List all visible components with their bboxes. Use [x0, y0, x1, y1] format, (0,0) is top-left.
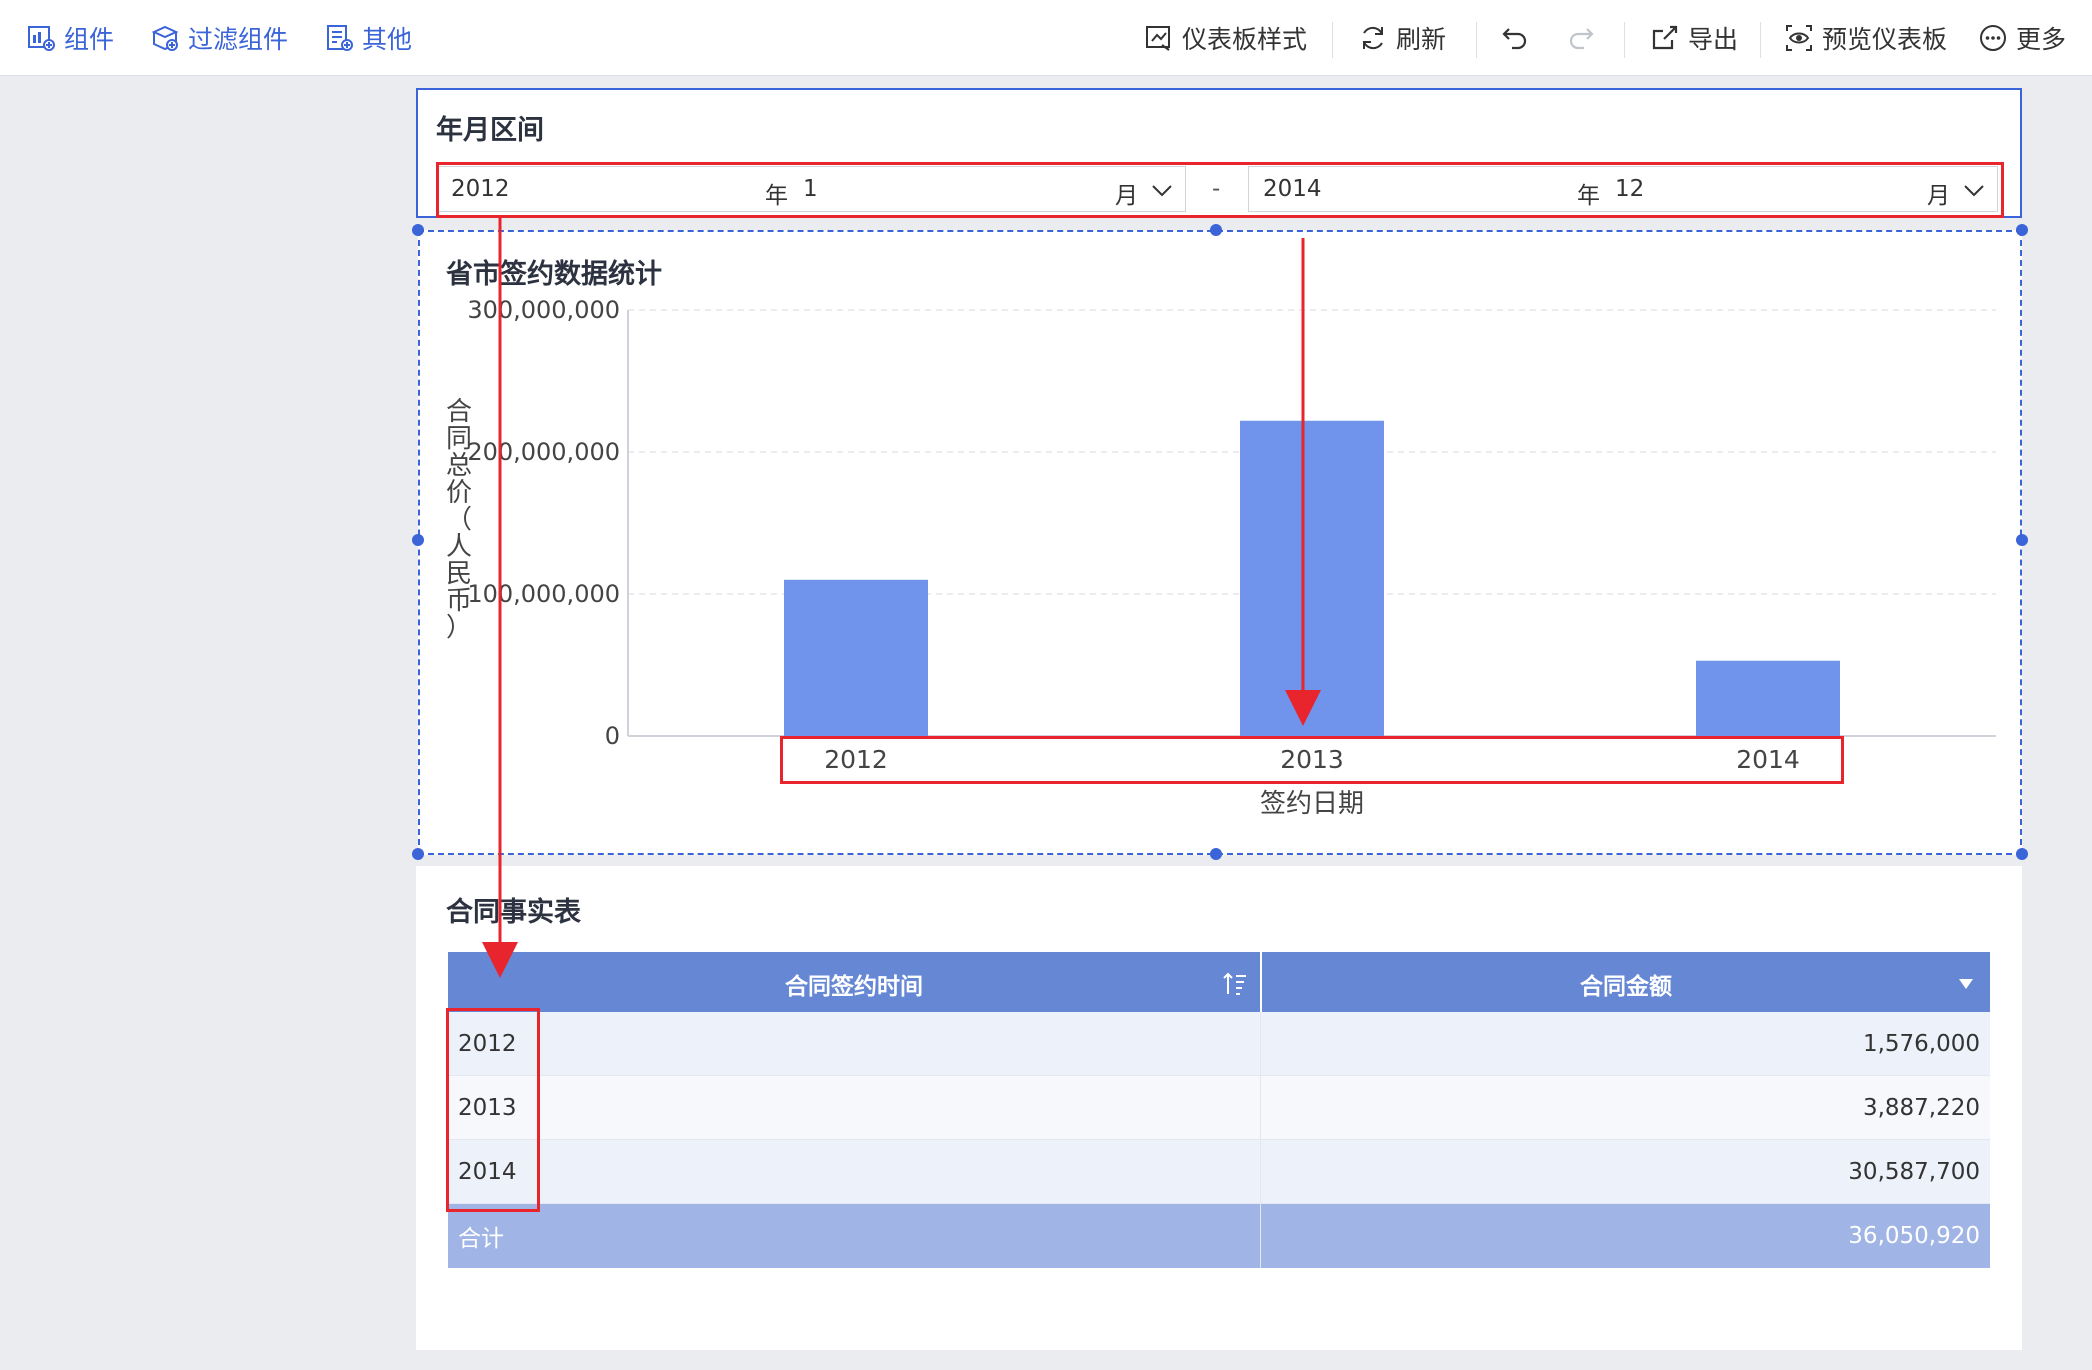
other-button[interactable]: 其他	[324, 18, 412, 58]
dashboard-style-icon	[1146, 26, 1170, 51]
redo-icon	[1569, 28, 1594, 50]
export-label: 导出	[1688, 25, 1739, 54]
dropdown-caret-icon[interactable]	[1958, 978, 1974, 990]
total-amount: 36,050,920	[1260, 1204, 1990, 1268]
undo-button[interactable]	[1500, 18, 1538, 58]
table-row[interactable]: 2013 3,887,220	[448, 1076, 1990, 1140]
annotation-box-date-range	[436, 162, 2004, 218]
header-signing-time[interactable]: 合同签约时间	[448, 952, 1260, 1016]
table-row[interactable]: 2014 30,587,700	[448, 1140, 1990, 1204]
resize-handle[interactable]	[412, 534, 424, 546]
table-header-row: 合同签约时间 合同金额	[448, 952, 1990, 1016]
cell-amount: 3,887,220	[1260, 1076, 1990, 1140]
toolbar-divider	[1760, 22, 1761, 58]
table-title: 合同事实表	[446, 897, 581, 928]
dashboard-style-button[interactable]: 仪表板样式	[1144, 18, 1307, 58]
total-label: 合计	[458, 1226, 504, 1252]
other-label: 其他	[362, 25, 413, 54]
cell-year: 2014	[458, 1159, 517, 1185]
toolbar-divider	[1332, 22, 1333, 58]
cell-year: 2012	[458, 1031, 517, 1057]
annotation-box-year-column	[446, 1008, 540, 1212]
preview-dashboard-button[interactable]: 预览仪表板	[1784, 18, 1947, 58]
refresh-icon	[1363, 26, 1383, 50]
header-label: 合同签约时间	[785, 974, 923, 1000]
annotation-box-x-axis	[780, 736, 1844, 784]
redo-button[interactable]	[1566, 18, 1604, 58]
filter-component-icon	[151, 25, 179, 51]
component-icon	[28, 26, 55, 51]
resize-handle[interactable]	[1210, 848, 1222, 860]
table-row[interactable]: 2012 1,576,000	[448, 1012, 1990, 1076]
filter-component-label: 过滤组件	[188, 25, 289, 54]
resize-handle[interactable]	[2016, 224, 2028, 236]
resize-handle[interactable]	[2016, 534, 2028, 546]
toolbar-divider	[1624, 22, 1625, 58]
export-button[interactable]: 导出	[1650, 18, 1738, 58]
more-button[interactable]: 更多	[1978, 18, 2066, 58]
component-label: 组件	[64, 25, 115, 54]
export-icon	[1652, 25, 1678, 50]
cell-amount: 1,576,000	[1260, 1012, 1990, 1076]
top-toolbar: 组件 过滤组件 其他 仪表板样式 刷新 导出 预览仪表板 更多	[0, 0, 2092, 76]
preview-icon	[1786, 25, 1812, 51]
cell-year: 2013	[458, 1095, 517, 1121]
filter-component-button[interactable]: 过滤组件	[150, 18, 288, 58]
sort-ascending-icon[interactable]	[1222, 970, 1248, 998]
cell-amount: 30,587,700	[1260, 1140, 1990, 1204]
refresh-button[interactable]: 刷新	[1358, 18, 1446, 58]
refresh-label: 刷新	[1396, 25, 1447, 54]
resize-handle[interactable]	[2016, 848, 2028, 860]
preview-label: 预览仪表板	[1822, 25, 1948, 54]
resize-handle[interactable]	[412, 848, 424, 860]
filter-title: 年月区间	[436, 115, 544, 146]
table-total-row: 合计 36,050,920	[448, 1204, 1990, 1268]
other-icon	[327, 25, 353, 51]
toolbar-divider	[1476, 22, 1477, 58]
undo-icon	[1502, 28, 1527, 50]
dashboard-style-label: 仪表板样式	[1182, 25, 1308, 54]
more-icon	[1980, 25, 2006, 51]
chart-title: 省市签约数据统计	[446, 259, 662, 290]
resize-handle[interactable]	[412, 224, 424, 236]
component-button[interactable]: 组件	[26, 18, 114, 58]
more-label: 更多	[2016, 25, 2067, 54]
resize-handle[interactable]	[1210, 224, 1222, 236]
header-label: 合同金额	[1580, 974, 1672, 1000]
header-contract-amount[interactable]: 合同金额	[1260, 952, 1990, 1016]
